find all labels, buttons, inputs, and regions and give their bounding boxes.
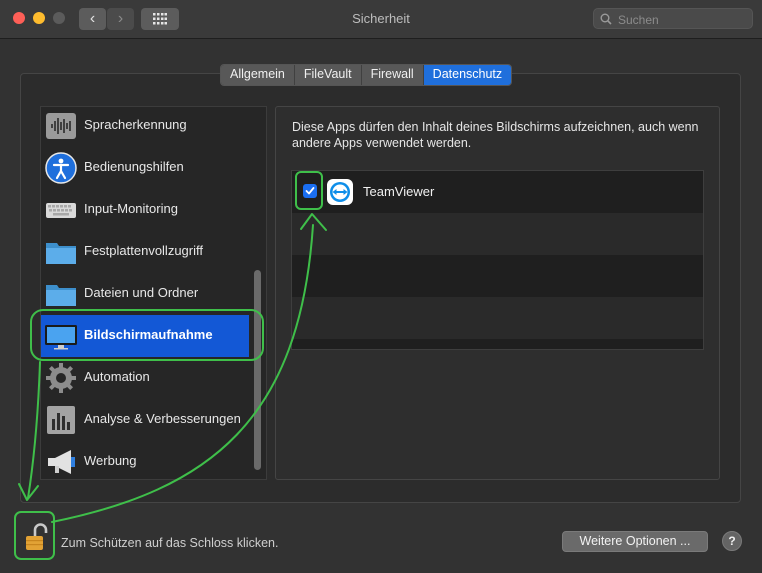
megaphone-icon	[48, 450, 75, 474]
app-row-empty	[292, 213, 703, 255]
category-label: Dateien und Ordner	[84, 285, 199, 300]
category-item-bedienungshilfen[interactable]: Bedienungshilfen	[41, 147, 253, 189]
category-label: Bildschirmaufnahme	[84, 327, 213, 342]
category-item-automation[interactable]: Automation	[41, 357, 253, 399]
more-options-button[interactable]: Weitere Optionen ...	[562, 531, 708, 552]
category-item-werbung[interactable]: Werbung	[41, 441, 253, 479]
search-field[interactable]	[593, 8, 753, 29]
category-label: Analyse & Verbesserungen	[84, 411, 241, 426]
tab-bar: Allgemein FileVault Firewall Datenschutz	[220, 64, 513, 86]
category-item-bildschirmaufnahme[interactable]: Bildschirmaufnahme	[41, 315, 249, 357]
app-checkbox[interactable]	[303, 184, 317, 198]
title-bar: ‹ › Sicherheit	[0, 0, 762, 39]
category-item-dateien-und-ordner[interactable]: Dateien und Ordner	[41, 273, 253, 315]
category-list-scrollbar[interactable]	[254, 270, 261, 470]
system-preferences-window: ‹ › Sicherheit Allgemein FileVault Fire	[0, 0, 762, 573]
app-row-teamviewer[interactable]: TeamViewer	[292, 171, 703, 213]
category-label: Automation	[84, 369, 150, 384]
app-row-empty	[292, 255, 703, 297]
accessibility-icon	[45, 152, 77, 184]
lock-message: Zum Schützen auf das Schloss klicken.	[61, 536, 279, 550]
display-icon	[45, 325, 77, 350]
category-label: Input-Monitoring	[84, 201, 178, 216]
category-label: Bedienungshilfen	[84, 159, 184, 174]
category-item-input-monitoring[interactable]: Input-Monitoring	[41, 189, 253, 231]
search-icon	[600, 13, 612, 25]
category-item-analyse[interactable]: Analyse & Verbesserungen	[41, 399, 253, 441]
tab-firewall[interactable]: Firewall	[361, 65, 424, 85]
app-name: TeamViewer	[363, 184, 435, 199]
folder-icon	[46, 285, 76, 306]
checkmark-icon	[305, 187, 315, 195]
category-item-festplattenvollzugriff[interactable]: Festplattenvollzugriff	[41, 231, 253, 273]
app-row-empty	[292, 297, 703, 339]
detail-description: Diese Apps dürfen den Inhalt deines Bild…	[292, 120, 699, 150]
keyboard-icon	[46, 203, 76, 218]
category-label: Festplattenvollzugriff	[84, 243, 203, 258]
gear-icon	[46, 363, 76, 393]
tab-filevault[interactable]: FileVault	[294, 65, 362, 85]
app-list[interactable]: TeamViewer	[291, 170, 704, 350]
privacy-category-list[interactable]: Spracherkennung Bedienungshilfen Input-M…	[40, 106, 267, 480]
category-label: Spracherkennung	[84, 117, 187, 132]
lock-icon[interactable]	[24, 522, 48, 552]
help-button[interactable]: ?	[722, 531, 742, 551]
category-item-spracherkennung[interactable]: Spracherkennung	[41, 107, 253, 147]
tab-datenschutz[interactable]: Datenschutz	[423, 65, 512, 85]
search-input[interactable]	[616, 10, 750, 29]
folder-icon	[46, 243, 76, 264]
tab-allgemein[interactable]: Allgemein	[221, 65, 295, 85]
category-label: Werbung	[84, 453, 137, 468]
teamviewer-icon	[327, 179, 353, 205]
waveform-icon	[46, 113, 76, 139]
bar-chart-icon	[47, 406, 75, 434]
